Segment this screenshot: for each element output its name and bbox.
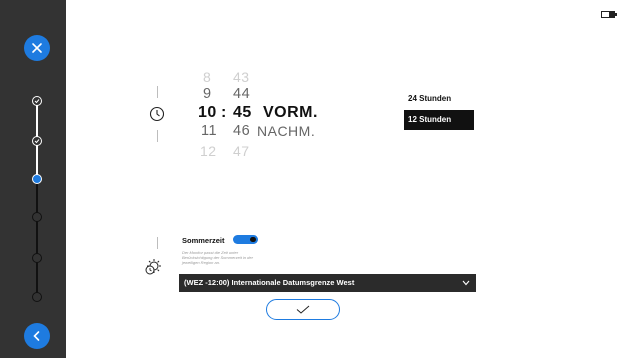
check-icon — [34, 139, 40, 144]
close-button[interactable] — [24, 35, 50, 61]
divider-dst — [157, 237, 158, 249]
step-5-dot — [32, 253, 42, 263]
timezone-value: (WEZ -12:00) Internationale Datumsgrenze… — [184, 278, 355, 287]
format-12h-option[interactable]: 12 Stunden — [404, 110, 474, 130]
minute-option[interactable]: 43 — [233, 69, 250, 85]
dst-description: Der Monitor passt die Zeit unter Berücks… — [182, 250, 253, 265]
step-2-dot[interactable] — [32, 136, 42, 146]
time-separator: : — [221, 104, 227, 121]
minute-option[interactable]: 44 — [233, 86, 250, 102]
progress-line-pending — [36, 178, 38, 297]
chevron-down-icon — [462, 280, 470, 286]
dst-toggle[interactable] — [233, 235, 258, 244]
chevron-left-icon — [33, 331, 40, 341]
minute-option[interactable]: 46 — [233, 123, 250, 139]
close-icon — [32, 43, 42, 53]
divider-top — [157, 86, 158, 98]
setup-sidebar — [0, 0, 66, 358]
step-3-dot-current[interactable] — [32, 174, 42, 184]
daylight-saving-clock-icon — [145, 259, 161, 275]
check-icon — [34, 99, 40, 104]
hour-selected[interactable]: 10 — [198, 104, 217, 122]
step-6-dot — [32, 292, 42, 302]
minute-selected[interactable]: 45 — [233, 104, 252, 122]
dst-label: Sommerzeit — [182, 236, 225, 245]
hour-option[interactable]: 12 — [200, 143, 217, 159]
timezone-select[interactable]: (WEZ -12:00) Internationale Datumsgrenze… — [179, 274, 476, 292]
hour-option[interactable]: 8 — [203, 69, 211, 85]
format-24h-option[interactable]: 24 Stunden — [404, 89, 474, 109]
toggle-knob — [250, 237, 256, 242]
check-icon — [296, 305, 310, 314]
step-1-dot[interactable] — [32, 96, 42, 106]
period-selected[interactable]: VORM. — [263, 104, 318, 122]
battery-icon — [601, 11, 617, 18]
back-button[interactable] — [24, 323, 50, 349]
confirm-button[interactable] — [266, 299, 340, 320]
period-option[interactable]: NACHM. — [257, 123, 315, 139]
minute-option[interactable]: 47 — [233, 143, 250, 159]
clock-icon — [149, 106, 165, 122]
step-4-dot — [32, 212, 42, 222]
hour-option[interactable]: 9 — [203, 86, 212, 102]
hour-option[interactable]: 11 — [201, 123, 217, 139]
divider-bottom — [157, 130, 158, 142]
